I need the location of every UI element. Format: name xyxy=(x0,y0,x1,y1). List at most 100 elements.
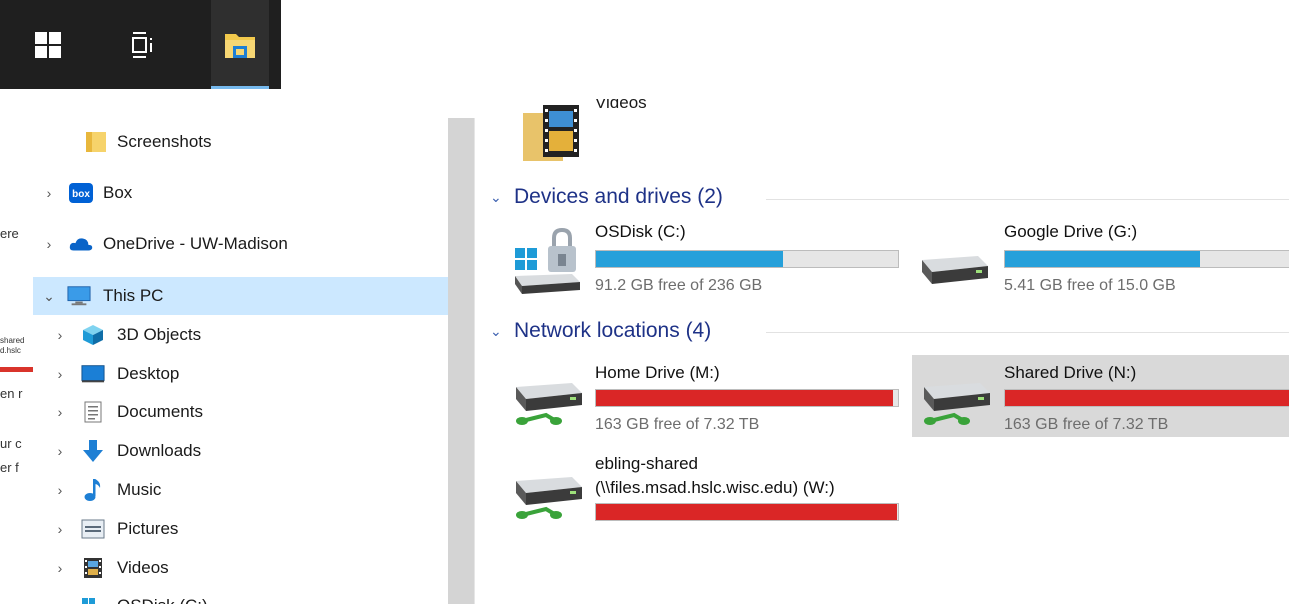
nav-item-desktop[interactable]: › Desktop xyxy=(33,355,448,393)
nav-item-label: OSDisk (C:) xyxy=(117,596,208,604)
nav-item-this-pc[interactable]: ⌄ This PC xyxy=(33,277,448,315)
drive-usage-fill xyxy=(596,251,783,267)
nav-item-videos[interactable]: › Videos xyxy=(33,549,448,587)
drive-icon xyxy=(81,594,105,604)
nav-item-label: Music xyxy=(117,480,162,499)
nav-item-label: Desktop xyxy=(117,364,180,383)
drive-tile-osdisk[interactable]: OSDisk (C:) 91.2 GB free of 236 GB xyxy=(512,222,902,304)
nav-item-osdisk[interactable]: › OSDisk (C:) xyxy=(33,587,448,604)
drive-usage-bar xyxy=(595,250,899,268)
background-window-fragment: ere shared d.hslc en r ur c er f xyxy=(0,118,33,604)
nav-item-music[interactable]: › Music xyxy=(33,471,448,509)
chevron-down-icon[interactable]: ⌄ xyxy=(42,288,56,304)
nav-item-screenshots[interactable]: Screenshots xyxy=(33,123,448,161)
music-icon xyxy=(81,478,105,502)
nav-item-label: Documents xyxy=(117,402,203,421)
nav-item-pictures[interactable]: › Pictures xyxy=(33,510,448,548)
drive-free-space: 163 GB free of 7.32 TB xyxy=(1004,416,1169,433)
drive-usage-fill xyxy=(1005,251,1200,267)
hard-drive-icon xyxy=(922,256,988,284)
nav-item-onedrive[interactable]: › OneDrive - UW-Madison xyxy=(33,225,448,263)
chevron-right-icon[interactable]: › xyxy=(42,236,56,252)
drive-name: OSDisk (C:) xyxy=(595,222,686,241)
chevron-right-icon[interactable]: › xyxy=(53,598,67,604)
drive-tile-home-drive[interactable]: Home Drive (M:) 163 GB free of 7.32 TB xyxy=(512,355,902,437)
computer-icon xyxy=(67,284,91,308)
drive-name: Google Drive (G:) xyxy=(1004,222,1138,241)
fragment-text: d.hslc xyxy=(0,346,21,355)
nav-item-label: Downloads xyxy=(117,441,202,460)
active-indicator xyxy=(211,86,269,89)
windows-logo-icon xyxy=(35,31,61,58)
content-area: Videos ⌄ Devices and drives (2) OSDisk (… xyxy=(475,89,1289,604)
drive-name-line2: (\\files.msad.hslc.wisc.edu) (W:) xyxy=(595,478,835,497)
group-title: Devices and drives (2) xyxy=(514,185,723,208)
drive-name: ebling-shared xyxy=(595,454,699,473)
drive-usage-fill xyxy=(1005,390,1289,406)
chevron-right-icon[interactable]: › xyxy=(53,404,67,420)
desktop-icon xyxy=(81,362,105,386)
group-header-devices[interactable]: ⌄ Devices and drives (2) xyxy=(490,185,723,209)
fragment-text: er f xyxy=(0,460,19,475)
drive-free-space: 5.41 GB free of 15.0 GB xyxy=(1004,277,1176,294)
drive-name: Home Drive (M:) xyxy=(595,363,720,382)
drive-name: Shared Drive (N:) xyxy=(1004,363,1137,382)
fragment-text: en r xyxy=(0,386,23,401)
pictures-icon xyxy=(81,517,105,541)
task-view-icon xyxy=(132,31,152,58)
drive-usage-bar xyxy=(1004,250,1289,268)
start-button[interactable] xyxy=(20,0,76,89)
chevron-down-icon[interactable]: ⌄ xyxy=(490,189,506,206)
nav-item-downloads[interactable]: › Downloads xyxy=(33,432,448,470)
nav-item-label: 3D Objects xyxy=(117,325,202,344)
file-explorer-icon xyxy=(225,33,255,58)
fragment-text: shared xyxy=(0,336,25,345)
videos-folder-item[interactable] xyxy=(523,105,583,165)
nav-item-label: This PC xyxy=(103,286,164,305)
group-divider xyxy=(766,332,1289,333)
videos-folder-label: Videos xyxy=(595,99,647,112)
nav-item-label: Box xyxy=(103,183,133,202)
chevron-right-icon[interactable]: › xyxy=(42,185,56,201)
drive-tile-google-drive[interactable]: Google Drive (G:) 5.41 GB free of 15.0 G… xyxy=(920,222,1289,304)
chevron-right-icon[interactable]: › xyxy=(53,327,67,343)
drive-tile-ebling-shared[interactable]: ebling-shared (\\files.msad.hslc.wisc.ed… xyxy=(512,449,902,529)
chevron-down-icon[interactable]: ⌄ xyxy=(490,323,506,340)
box-icon: box xyxy=(69,181,93,205)
drive-usage-bar xyxy=(595,389,899,407)
chevron-right-icon[interactable]: › xyxy=(53,443,67,459)
nav-item-documents[interactable]: › Documents xyxy=(33,393,448,431)
folder-icon xyxy=(84,130,108,154)
chevron-right-icon[interactable]: › xyxy=(53,560,67,576)
navigation-scrollbar[interactable] xyxy=(448,118,474,604)
chevron-right-icon[interactable]: › xyxy=(53,482,67,498)
group-header-network[interactable]: ⌄ Network locations (4) xyxy=(490,319,711,343)
fragment-red-line xyxy=(0,367,33,372)
onedrive-cloud-icon xyxy=(69,232,93,256)
3d-objects-icon xyxy=(81,323,105,347)
box-logo-text: box xyxy=(72,189,90,200)
group-title: Network locations (4) xyxy=(514,319,712,342)
videos-folder-icon xyxy=(523,105,579,161)
file-explorer-taskbar-button[interactable] xyxy=(211,0,269,89)
navigation-pane[interactable]: Screenshots › box Box › OneDrive - UW-Ma… xyxy=(33,118,448,604)
videos-icon xyxy=(81,556,105,580)
drive-tile-shared-drive[interactable]: Shared Drive (N:) 163 GB free of 7.32 TB xyxy=(912,355,1289,437)
nav-item-label: Screenshots xyxy=(117,132,212,151)
network-drive-icon xyxy=(516,383,582,425)
documents-icon xyxy=(81,400,105,424)
network-drive-icon xyxy=(516,477,582,519)
nav-item-3d-objects[interactable]: › 3D Objects xyxy=(33,316,448,354)
nav-item-label: Pictures xyxy=(117,519,179,538)
drive-usage-bar xyxy=(1004,389,1289,407)
nav-item-label: OneDrive - UW-Madison xyxy=(103,234,288,253)
drive-usage-fill xyxy=(596,390,894,406)
nav-item-box[interactable]: › box Box xyxy=(33,174,448,212)
drive-free-space: 91.2 GB free of 236 GB xyxy=(595,277,763,294)
chevron-right-icon[interactable]: › xyxy=(53,366,67,382)
drive-usage-bar xyxy=(595,503,899,521)
task-view-button[interactable] xyxy=(115,0,171,89)
downloads-icon xyxy=(81,439,105,463)
chevron-right-icon[interactable]: › xyxy=(53,521,67,537)
fragment-text: ur c xyxy=(0,436,22,451)
